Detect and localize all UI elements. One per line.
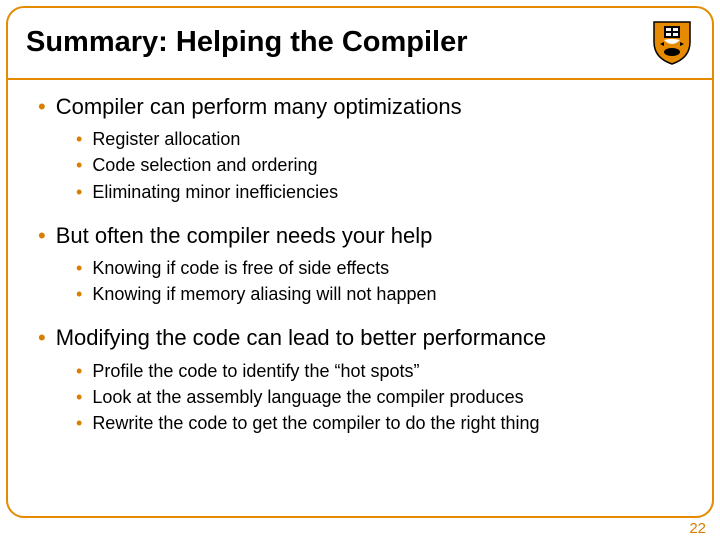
bullet-dot-icon: • [76, 281, 82, 307]
sub-list: • Knowing if code is free of side effects… [76, 255, 692, 307]
sub-list: • Register allocation • Code selection and… [76, 126, 692, 204]
bullet-dot-icon: • [76, 179, 82, 205]
main-bullet-text: But often the compiler needs your help [56, 223, 433, 249]
sub-bullet: • Rewrite the code to get the compiler to… [76, 410, 692, 436]
bullet-dot-icon: • [38, 94, 46, 120]
sub-bullet: • Code selection and ordering [76, 152, 692, 178]
sub-bullet-text: Look at the assembly language the compil… [92, 384, 523, 410]
sub-bullet-text: Profile the code to identify the “hot sp… [92, 358, 419, 384]
bullet-dot-icon: • [76, 358, 82, 384]
page-number: 22 [689, 520, 706, 537]
sub-bullet-text: Knowing if memory aliasing will not happ… [92, 281, 436, 307]
sub-bullet-text: Knowing if code is free of side effects [92, 255, 389, 281]
sub-bullet: • Look at the assembly language the compi… [76, 384, 692, 410]
sub-bullet: • Profile the code to identify the “hot s… [76, 358, 692, 384]
university-crest-icon [650, 18, 694, 66]
bullet-dot-icon: • [38, 325, 46, 351]
bullet-dot-icon: • [76, 126, 82, 152]
sub-bullet-text: Code selection and ordering [92, 152, 317, 178]
bullet-dot-icon: • [76, 255, 82, 281]
main-bullet-text: Modifying the code can lead to better pe… [56, 325, 546, 351]
sub-bullet: • Knowing if memory aliasing will not hap… [76, 281, 692, 307]
slide-frame: Summary: Helping the Compiler • Compiler… [6, 6, 714, 518]
bullet-dot-icon: • [76, 152, 82, 178]
main-bullet: • But often the compiler needs your help [38, 223, 692, 249]
sub-bullet-text: Rewrite the code to get the compiler to … [92, 410, 539, 436]
main-bullet: • Compiler can perform many optimization… [38, 94, 692, 120]
main-bullet-text: Compiler can perform many optimizations [56, 94, 462, 120]
sub-bullet: • Register allocation [76, 126, 692, 152]
sub-bullet-text: Eliminating minor inefficiencies [92, 179, 338, 205]
bullet-dot-icon: • [38, 223, 46, 249]
sub-bullet: • Knowing if code is free of side effects [76, 255, 692, 281]
bullet-dot-icon: • [76, 410, 82, 436]
title-bar: Summary: Helping the Compiler [8, 8, 712, 80]
bullet-dot-icon: • [76, 384, 82, 410]
slide-content: • Compiler can perform many optimization… [8, 80, 712, 450]
slide-title: Summary: Helping the Compiler [26, 26, 468, 59]
main-bullet: • Modifying the code can lead to better … [38, 325, 692, 351]
sub-bullet-text: Register allocation [92, 126, 240, 152]
sub-bullet: • Eliminating minor inefficiencies [76, 179, 692, 205]
sub-list: • Profile the code to identify the “hot s… [76, 358, 692, 436]
